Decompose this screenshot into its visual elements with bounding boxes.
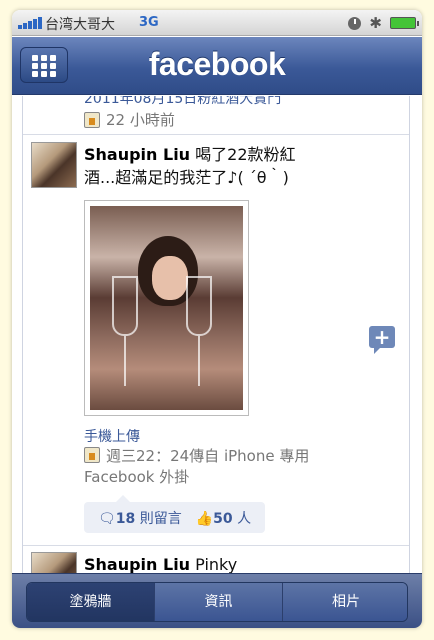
avatar[interactable]: [31, 552, 77, 574]
comments-count[interactable]: 🗨18 則留言: [98, 508, 182, 528]
signal-bars-icon: [18, 17, 42, 29]
tab-bar: 塗鴉牆 資訊 相片: [12, 573, 422, 628]
nav-bar: facebook: [12, 37, 422, 95]
mobile-upload-icon: [84, 111, 100, 128]
likes-count[interactable]: 👍50 人: [196, 508, 251, 528]
bluetooth-icon: ✱: [369, 14, 382, 32]
add-comment-button[interactable]: +: [369, 326, 395, 354]
post-author[interactable]: Shaupin Liu: [84, 555, 190, 574]
post-text: Shaupin Liu 喝了22款粉紅酒...超滿足的我茫了♪( ´θ｀): [84, 143, 324, 189]
network-type: 3G: [139, 15, 159, 30]
comment-icon: 🗨: [98, 510, 116, 527]
status-bar: 台湾大哥大 3G ✱: [12, 10, 422, 36]
carrier-name: 台湾大哥大: [45, 17, 115, 33]
tab-photos[interactable]: 相片: [283, 583, 407, 621]
tab-wall[interactable]: 塗鴉牆: [27, 583, 155, 621]
clock-icon: [348, 16, 362, 30]
previous-post-meta: 22 小時前: [84, 109, 175, 130]
facebook-logo: facebook: [148, 46, 286, 82]
previous-post-text[interactable]: 2011年08月15日粉紅酒大賞門: [84, 96, 281, 108]
post-body: Pinky: [190, 555, 238, 574]
post-meta: 週三22：24傳自 iPhone 專用 Facebook 外掛: [84, 446, 334, 488]
post-divider: [23, 545, 409, 546]
post-meta-text: 週三22：24傳自 iPhone 專用 Facebook 外掛: [84, 447, 310, 486]
post-divider: [23, 134, 409, 135]
news-feed[interactable]: 2011年08月15日粉紅酒大賞門 22 小時前 Shaupin Liu 喝了2…: [22, 96, 410, 574]
previous-post-time: 22 小時前: [106, 111, 175, 129]
avatar[interactable]: [31, 142, 77, 188]
mobile-upload-icon: [84, 447, 100, 463]
photo-image: [90, 206, 243, 410]
phone-screen: 台湾大哥大 3G ✱ facebook 2011年08月15日粉紅酒大賞門 22…: [12, 10, 422, 628]
thumbs-up-icon: 👍: [195, 510, 214, 527]
battery-charging-icon: [390, 17, 419, 29]
mobile-upload-link[interactable]: 手機上傳: [84, 426, 140, 446]
comment-like-counts[interactable]: 🗨18 則留言 👍50 人: [84, 495, 266, 533]
next-post-text: Shaupin Liu Pinky: [84, 553, 324, 574]
post-photo[interactable]: [84, 200, 249, 416]
tab-info[interactable]: 資訊: [155, 583, 283, 621]
post-author[interactable]: Shaupin Liu: [84, 145, 190, 164]
